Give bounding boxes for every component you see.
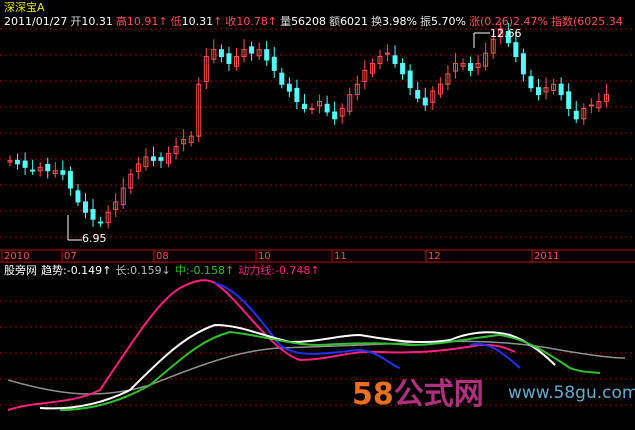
candle bbox=[558, 83, 564, 96]
candle bbox=[150, 156, 156, 161]
high-marker bbox=[473, 32, 490, 48]
stock-chart-window: { "app": {"title": "深深宝A"}, "quote": { "… bbox=[0, 0, 635, 430]
watermark-url: www.58gu.com bbox=[508, 383, 635, 403]
candle bbox=[468, 62, 474, 71]
low-marker bbox=[67, 215, 82, 241]
candle bbox=[279, 72, 285, 85]
candle bbox=[385, 52, 390, 55]
candle bbox=[264, 49, 270, 61]
candle bbox=[309, 107, 315, 110]
candle bbox=[98, 221, 104, 224]
x-tick-label: 08 bbox=[156, 251, 169, 262]
candle bbox=[226, 53, 232, 64]
power-label: 动力线 bbox=[238, 264, 272, 277]
up-arrow-icon: ↑ bbox=[102, 264, 112, 277]
candle bbox=[60, 170, 66, 175]
candle bbox=[566, 91, 572, 109]
x-tick-label: 12 bbox=[428, 251, 441, 262]
candle bbox=[90, 209, 96, 220]
candles bbox=[7, 21, 609, 229]
candle bbox=[332, 111, 338, 120]
candle bbox=[22, 160, 28, 168]
up-arrow-icon: ↑ bbox=[225, 264, 235, 277]
candle bbox=[271, 56, 277, 71]
candle bbox=[588, 104, 594, 107]
candle bbox=[536, 87, 541, 96]
x-axis: 2010 07 08 10 11 12 2011 bbox=[1, 250, 559, 262]
trend-line bbox=[214, 282, 521, 369]
candle bbox=[30, 169, 36, 172]
candle bbox=[573, 110, 579, 120]
candle bbox=[392, 55, 398, 64]
trend-label: 趋势 bbox=[41, 264, 63, 277]
candle bbox=[324, 103, 330, 113]
trend-value: -0.149 bbox=[66, 264, 103, 277]
long-value: 0.159 bbox=[130, 264, 162, 277]
x-tick-label: 10 bbox=[258, 251, 271, 262]
x-tick-label: 2010 bbox=[4, 251, 29, 262]
price-chart: 2010 07 08 10 11 12 2011 bbox=[0, 21, 635, 411]
watermark-logo: 58公式网 bbox=[352, 377, 484, 412]
candle bbox=[158, 157, 164, 161]
x-tick-label: 07 bbox=[64, 251, 77, 262]
power-value: -0.748 bbox=[274, 264, 311, 277]
indicator-bar: 股旁网 趋势:-0.149↑ 长:0.159↓ 中:-0.158↑ 动力线:-0.748… bbox=[4, 264, 320, 277]
candle bbox=[520, 53, 526, 75]
candle bbox=[407, 70, 413, 89]
candle bbox=[301, 103, 307, 109]
candle bbox=[218, 49, 224, 58]
candle bbox=[513, 42, 519, 58]
candle bbox=[75, 190, 81, 203]
high-annotation: 12.66 bbox=[490, 27, 522, 40]
candle bbox=[15, 159, 21, 165]
indicator-name: 股旁网 bbox=[4, 264, 37, 277]
low-annotation: 6.95 bbox=[82, 232, 107, 245]
long-label: 长 bbox=[115, 264, 127, 277]
candle bbox=[45, 164, 51, 172]
down-arrow-icon: ↓ bbox=[161, 264, 171, 277]
candle bbox=[67, 170, 73, 189]
candle bbox=[249, 46, 255, 54]
candle bbox=[528, 76, 534, 89]
candle bbox=[83, 201, 88, 213]
mid-label: 中 bbox=[174, 264, 186, 277]
x-tick-label: 2011 bbox=[534, 251, 559, 262]
candle bbox=[422, 97, 428, 106]
x-tick-label: 11 bbox=[334, 251, 347, 262]
candle bbox=[294, 87, 300, 103]
candle bbox=[400, 62, 406, 75]
mid-value: -0.158 bbox=[189, 264, 226, 277]
up-arrow-icon: ↑ bbox=[310, 264, 320, 277]
candle bbox=[286, 83, 292, 92]
candle bbox=[415, 89, 421, 99]
